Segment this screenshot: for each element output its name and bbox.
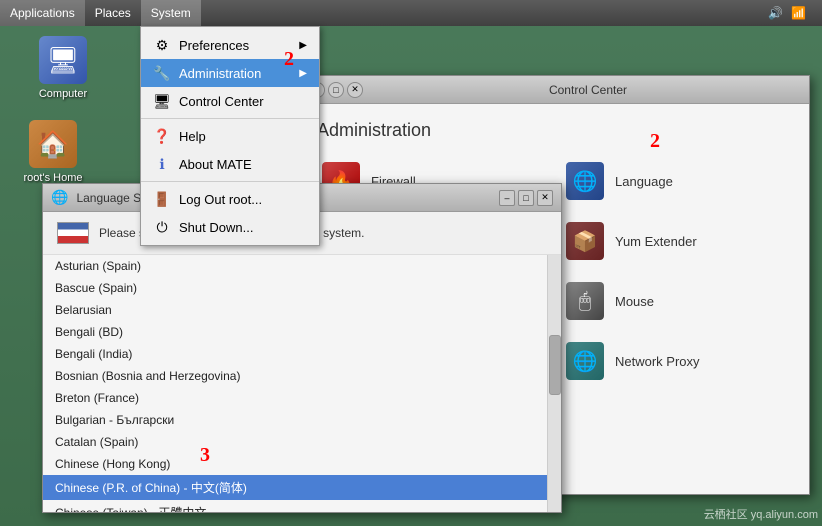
network-label: Network Proxy [615,354,700,369]
desktop-icon-home[interactable]: 🏠 root's Home [18,120,88,184]
lang-scrollbar-thumb[interactable] [549,335,561,395]
about-label: About MATE [179,157,252,172]
menu-sep-1 [141,118,319,119]
help-icon: ❓ [153,127,171,145]
control-center-icon: 🖥 [153,92,171,110]
taskbar-applications[interactable]: Applications [0,0,85,26]
lang-flag [57,222,89,244]
menu-item-help[interactable]: ❓ Help [141,122,319,150]
help-label: Help [179,129,206,144]
taskbar-system[interactable]: System [141,0,201,26]
lang-scrollbar[interactable] [547,255,561,512]
computer-icon-label: Computer [39,88,87,100]
ld-close-btn[interactable]: ✕ [537,190,553,206]
menu-item-about-mate[interactable]: ℹ About MATE [141,150,319,178]
menu-item-logout[interactable]: 🚪 Log Out root... [141,185,319,213]
volume-icon: 🔊 [768,6,783,20]
cc-item-network[interactable]: 🌐 Network Proxy [561,337,793,385]
cc-close-btn[interactable]: ✕ [347,82,363,98]
cc-section-title: Administration [317,120,793,141]
lang-list-item[interactable]: Breton (France) [43,387,547,409]
administration-arrow: ▶ [299,68,307,79]
lang-list-item[interactable]: Bosnian (Bosnia and Herzegovina) [43,365,547,387]
yum-icon: 📦 [565,221,605,261]
lang-list-item[interactable]: Belarusian [43,299,547,321]
lang-list-item[interactable]: Bengali (BD) [43,321,547,343]
lang-list-item[interactable]: Bengali (India) [43,343,547,365]
shutdown-icon: ⏻ [153,218,171,236]
mouse-label: Mouse [615,294,654,309]
lang-list[interactable]: Asturian (Spain)Bascue (Spain)Belarusian… [43,255,547,512]
lang-list-item[interactable]: Catalan (Spain) [43,431,547,453]
lang-list-item[interactable]: Chinese (Taiwan) - 正體中文 [43,500,547,512]
system-menu: ⚙ Preferences ▶ 🔧 Administration ▶ 🖥 Con… [140,26,320,246]
cc-maximize-btn[interactable]: □ [328,82,344,98]
yum-label: Yum Extender [615,234,697,249]
menu-item-control-center[interactable]: 🖥 Control Center [141,87,319,115]
menu-item-administration[interactable]: 🔧 Administration ▶ [141,59,319,87]
about-icon: ℹ [153,155,171,173]
desktop: Applications Places System 🔊 📶 🖥 Compute… [0,0,822,526]
logout-icon: 🚪 [153,190,171,208]
ld-maximize-btn[interactable]: □ [518,190,534,206]
lang-list-item[interactable]: Chinese (P.R. of China) - 中文(简体) [43,475,547,500]
preferences-arrow: ▶ [299,40,307,51]
administration-label: Administration [179,66,261,81]
cc-item-yum[interactable]: 📦 Yum Extender [561,217,793,265]
watermark: 云栖社区 yq.aliyun.com [704,506,818,522]
language-label: Language [615,174,673,189]
preferences-icon: ⚙ [153,36,171,54]
taskbar-places[interactable]: Places [85,0,141,26]
administration-icon: 🔧 [153,64,171,82]
cc-item-mouse[interactable]: 🖱 Mouse [561,277,793,325]
language-icon: 🌐 [565,161,605,201]
control-center-titlebar: – □ ✕ Control Center [301,76,809,104]
lang-list-item[interactable]: Asturian (Spain) [43,255,547,277]
network-icon: 🌐 [565,341,605,381]
menu-item-preferences[interactable]: ⚙ Preferences ▶ [141,31,319,59]
control-center-label: Control Center [179,94,264,109]
menu-sep-2 [141,181,319,182]
network-status-icon: 📶 [791,6,806,20]
logout-label: Log Out root... [179,192,262,207]
mouse-icon: 🖱 [565,281,605,321]
taskbar-right: 🔊 📶 [768,6,822,20]
lang-dialog-flag-icon: 🌐 [51,189,68,206]
preferences-label: Preferences [179,38,249,53]
lang-list-item[interactable]: Bascue (Spain) [43,277,547,299]
shutdown-label: Shut Down... [179,220,253,235]
lang-list-container: Asturian (Spain)Bascue (Spain)Belarusian… [43,255,561,512]
ld-minimize-btn[interactable]: – [499,190,515,206]
control-center-title: Control Center [375,83,801,97]
taskbar: Applications Places System 🔊 📶 [0,0,822,26]
cc-item-language[interactable]: 🌐 Language [561,157,793,205]
menu-item-shutdown[interactable]: ⏻ Shut Down... [141,213,319,241]
lang-list-item[interactable]: Bulgarian - Български [43,409,547,431]
desktop-icon-computer[interactable]: 🖥 Computer [28,36,98,100]
lang-list-item[interactable]: Chinese (Hong Kong) [43,453,547,475]
